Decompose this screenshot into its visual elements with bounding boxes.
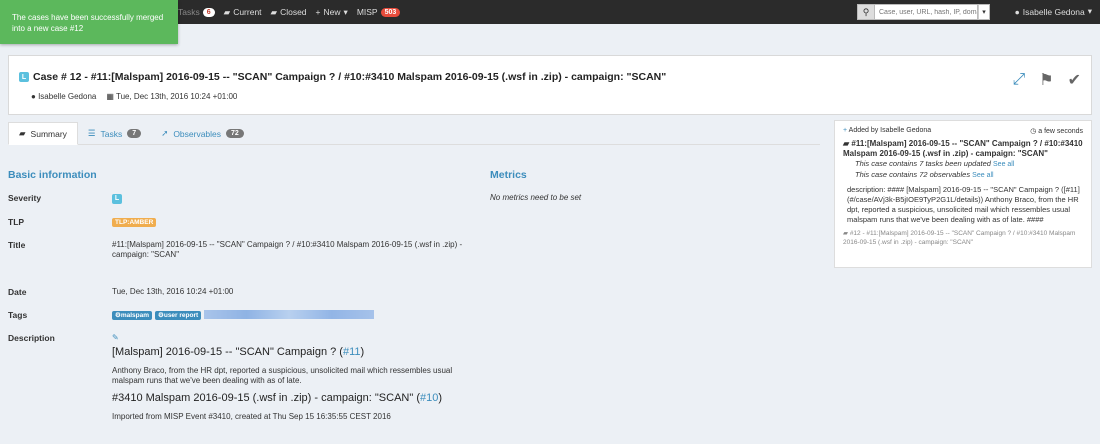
tab-tasks-label: Tasks bbox=[100, 128, 123, 139]
observables-count-badge: 72 bbox=[226, 129, 244, 138]
nav-new[interactable]: + New ▾ bbox=[316, 7, 348, 18]
activity-case-title-text: #11:[Malspam] 2016-09-15 -- "SCAN" Campa… bbox=[843, 139, 1083, 158]
pin-icon: ➚ bbox=[161, 128, 169, 138]
description-label: Description bbox=[8, 333, 55, 343]
case-title: Case # 12 - #11:[Malspam] 2016-09-15 -- … bbox=[33, 71, 667, 83]
activity-footer-text: #12 - #11:[Malspam] 2016-09-15 -- "SCAN"… bbox=[843, 230, 1076, 246]
tasks-label: Tasks bbox=[178, 7, 200, 17]
nav-tasks[interactable]: Tasks 6 bbox=[178, 7, 215, 17]
search-input[interactable] bbox=[875, 4, 978, 20]
redacted-tag bbox=[204, 310, 375, 320]
success-toast[interactable]: The cases have been successfully merged … bbox=[0, 0, 178, 44]
calendar-icon: ▦ bbox=[106, 92, 114, 101]
activity-time-text: a few seconds bbox=[1038, 128, 1083, 135]
tab-summary-label: Summary bbox=[30, 128, 67, 139]
activity-time: ◷ a few seconds bbox=[1030, 127, 1083, 135]
desc-h1-text: [Malspam] 2016-09-15 -- "SCAN" Campaign … bbox=[112, 346, 343, 358]
user-icon: ● bbox=[1014, 6, 1020, 17]
tab-summary[interactable]: ▰ Summary bbox=[8, 122, 78, 145]
nav-new-label: New bbox=[323, 7, 341, 17]
activity-tasks-line: This case contains 7 tasks been updated … bbox=[855, 159, 1083, 170]
global-search: ⚲ ▾ bbox=[857, 4, 990, 20]
title-value[interactable]: #11:[Malspam] 2016-09-15 -- "SCAN" Campa… bbox=[112, 240, 472, 260]
plus-icon: + bbox=[315, 7, 321, 17]
user-menu[interactable]: ● Isabelle Gedona ▾ bbox=[1015, 6, 1092, 17]
severity-label: Severity bbox=[8, 193, 42, 203]
description-heading-2: #3410 Malspam 2016-09-15 (.wsf in .zip) … bbox=[112, 392, 443, 404]
tag-label: malspam bbox=[120, 312, 150, 319]
tlp-badge[interactable]: TLP:AMBER bbox=[112, 218, 157, 227]
search-dropdown-button[interactable]: ▾ bbox=[978, 4, 990, 20]
title-label: Title bbox=[8, 240, 26, 250]
basic-info-heading: Basic information bbox=[8, 169, 97, 181]
tasks-count-badge: 6 bbox=[202, 7, 215, 17]
description-paragraph-1: Anthony Braco, from the HR dpt, reported… bbox=[112, 366, 453, 385]
nav-misp[interactable]: MISP 503 bbox=[356, 7, 401, 17]
activity-added-by: + Added by Isabelle Gedona bbox=[843, 127, 931, 135]
folder-open-icon: ▰ bbox=[19, 128, 26, 138]
tasks-count-badge: 7 bbox=[127, 129, 142, 138]
metrics-heading: Metrics bbox=[490, 169, 527, 181]
case-date: ▦ Tue, Dec 13th, 2016 10:24 +01:00 bbox=[106, 92, 237, 101]
edit-description-icon[interactable]: ✎ bbox=[112, 333, 119, 343]
tab-tasks[interactable]: ☰ Tasks 7 bbox=[78, 122, 151, 145]
added-by-text: Added by Isabelle Gedona bbox=[848, 127, 932, 134]
case-owner: ● Isabelle Gedona bbox=[31, 92, 96, 101]
description-paragraph-2: Imported from MISP Event #3410, created … bbox=[112, 412, 391, 421]
nav-closed[interactable]: ▰ Closed bbox=[271, 7, 307, 18]
tag-item: ⚙malspam bbox=[112, 311, 153, 320]
folder-icon: ▰ bbox=[270, 6, 278, 17]
see-all-tasks-link[interactable]: See all bbox=[993, 161, 1014, 168]
caret-down-icon: ▾ bbox=[1087, 6, 1092, 16]
nav-closed-label: Closed bbox=[280, 7, 307, 17]
activity-description: description: #### [Malspam] 2016-09-15 -… bbox=[847, 185, 1080, 224]
severity-value-badge[interactable]: L bbox=[112, 194, 122, 204]
merge-icon[interactable]: ⤢ bbox=[1012, 71, 1025, 89]
date-label: Date bbox=[8, 287, 27, 297]
desc-h2-text: #3410 Malspam 2016-09-15 (.wsf in .zip) … bbox=[112, 392, 420, 404]
tasks-line-text: This case contains 7 tasks been updated bbox=[855, 159, 991, 168]
user-icon: ● bbox=[31, 92, 36, 101]
plus-icon: + bbox=[843, 127, 848, 134]
date-value[interactable]: Tue, Dec 13th, 2016 10:24 +01:00 bbox=[112, 287, 233, 297]
tlp-label: TLP bbox=[8, 217, 25, 227]
tab-observables-label: Observables bbox=[173, 128, 222, 139]
case-owner-name: Isabelle Gedona bbox=[38, 92, 97, 101]
activity-panel: + Added by Isabelle Gedona ◷ a few secon… bbox=[834, 120, 1092, 268]
case-tabs: ▰ Summary ☰ Tasks 7 ➚ Observables 72 bbox=[8, 122, 820, 145]
nav-current[interactable]: ▰ Current bbox=[224, 7, 262, 18]
tags-label: Tags bbox=[8, 310, 28, 320]
clock-icon: ◷ bbox=[1030, 128, 1037, 135]
activity-observables-line: This case contains 72 observables See al… bbox=[855, 170, 1083, 181]
severity-badge: L bbox=[19, 72, 29, 82]
tag-label: user report bbox=[163, 312, 199, 319]
caret-down-icon: ▾ bbox=[343, 6, 348, 17]
activity-footer[interactable]: ▰ #12 - #11:[Malspam] 2016-09-15 -- "SCA… bbox=[843, 229, 1083, 247]
description-heading-1: [Malspam] 2016-09-15 -- "SCAN" Campaign … bbox=[112, 346, 365, 358]
tag-item: ⚙user report bbox=[155, 311, 202, 320]
case-11-link[interactable]: #11 bbox=[343, 346, 361, 358]
folder-open-icon: ▰ bbox=[223, 6, 231, 17]
search-icon[interactable]: ⚲ bbox=[857, 4, 875, 20]
misp-count-badge: 503 bbox=[380, 7, 401, 17]
check-circle-icon[interactable]: ✔ bbox=[1068, 70, 1081, 90]
metrics-empty-text: No metrics need to be set bbox=[490, 193, 582, 202]
activity-case-title[interactable]: ▰ #11:[Malspam] 2016-09-15 -- "SCAN" Cam… bbox=[843, 139, 1083, 159]
folder-open-icon: ▰ bbox=[843, 230, 848, 237]
case-header: L Case # 12 - #11:[Malspam] 2016-09-15 -… bbox=[8, 55, 1092, 115]
toast-message: The cases have been successfully merged … bbox=[12, 13, 164, 33]
folder-open-icon: ▰ bbox=[843, 139, 850, 148]
flag-icon[interactable]: ⚑ bbox=[1039, 70, 1053, 90]
case-date-value: Tue, Dec 13th, 2016 10:24 +01:00 bbox=[115, 92, 238, 101]
tab-observables[interactable]: ➚ Observables 72 bbox=[151, 122, 254, 145]
case-10-link[interactable]: #10 bbox=[420, 392, 438, 404]
nav-current-label: Current bbox=[233, 7, 262, 17]
nav-misp-label: MISP bbox=[356, 7, 378, 17]
user-name: Isabelle Gedona bbox=[1022, 6, 1085, 17]
tags-list[interactable]: ⚙malspam ⚙user report bbox=[112, 310, 375, 321]
see-all-observables-link[interactable]: See all bbox=[972, 172, 993, 179]
obs-line-text: This case contains 72 observables bbox=[855, 170, 971, 179]
tasks-icon: ☰ bbox=[87, 128, 96, 138]
